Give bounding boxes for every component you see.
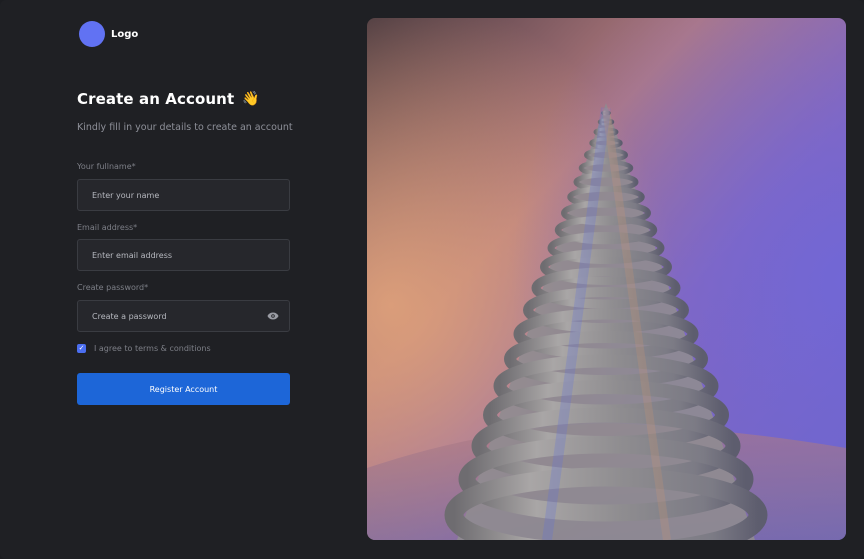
register-button[interactable]: Register Account bbox=[77, 373, 290, 405]
terms-checkbox[interactable]: ✓ bbox=[77, 344, 86, 353]
terms-row[interactable]: ✓ I agree to terms & conditions bbox=[77, 344, 211, 353]
password-label: Create password* bbox=[77, 283, 149, 292]
password-placeholder: Create a password bbox=[92, 311, 167, 321]
wave-icon: 👋 bbox=[242, 91, 260, 107]
page-title: Create an Account 👋 bbox=[77, 90, 260, 108]
email-placeholder: Enter email address bbox=[92, 250, 173, 260]
fullname-label: Your fullname* bbox=[77, 162, 136, 171]
logo-text: Logo bbox=[111, 28, 139, 40]
fullname-input[interactable]: Enter your name bbox=[77, 179, 290, 211]
spiral-cone-image bbox=[367, 18, 846, 540]
email-input[interactable]: Enter email address bbox=[77, 239, 290, 271]
fullname-placeholder: Enter your name bbox=[92, 190, 160, 200]
register-button-label: Register Account bbox=[149, 384, 218, 394]
email-label: Email address* bbox=[77, 223, 138, 232]
page-title-text: Create an Account bbox=[77, 90, 235, 108]
password-input[interactable]: Create a password bbox=[77, 300, 290, 332]
terms-label: I agree to terms & conditions bbox=[94, 344, 211, 353]
logo[interactable]: Logo bbox=[79, 21, 138, 47]
logo-mark bbox=[79, 21, 105, 47]
hero-image bbox=[367, 18, 846, 540]
signup-page: Logo Create an Account 👋 Kindly fill in … bbox=[0, 0, 864, 559]
page-subtitle: Kindly fill in your details to create an… bbox=[77, 122, 293, 133]
eye-icon[interactable] bbox=[267, 311, 279, 321]
